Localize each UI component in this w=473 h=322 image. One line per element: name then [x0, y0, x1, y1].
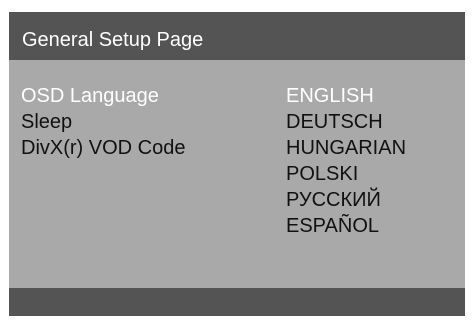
- option-russian[interactable]: РУССКИЙ: [286, 187, 406, 213]
- option-espanol[interactable]: ESPAÑOL: [286, 213, 406, 239]
- option-deutsch[interactable]: DEUTSCH: [286, 109, 406, 135]
- menu-item-divx-vod-code[interactable]: DivX(r) VOD Code: [21, 135, 185, 161]
- osd-content-area: OSD Language Sleep DivX(r) VOD Code ENGL…: [9, 60, 465, 288]
- osd-footer-bar: [9, 288, 465, 316]
- osd-header-bar: General Setup Page: [9, 12, 465, 60]
- option-english[interactable]: ENGLISH: [286, 83, 406, 109]
- menu-item-sleep[interactable]: Sleep: [21, 109, 185, 135]
- osd-setup-window: General Setup Page OSD Language Sleep Di…: [9, 12, 465, 316]
- language-options-list: ENGLISH DEUTSCH HUNGARIAN POLSKI РУССКИЙ…: [286, 83, 406, 239]
- option-hungarian[interactable]: HUNGARIAN: [286, 135, 406, 161]
- page-title: General Setup Page: [22, 29, 204, 51]
- settings-menu-list: OSD Language Sleep DivX(r) VOD Code: [21, 83, 185, 161]
- menu-item-osd-language[interactable]: OSD Language: [21, 83, 185, 109]
- option-polski[interactable]: POLSKI: [286, 161, 406, 187]
